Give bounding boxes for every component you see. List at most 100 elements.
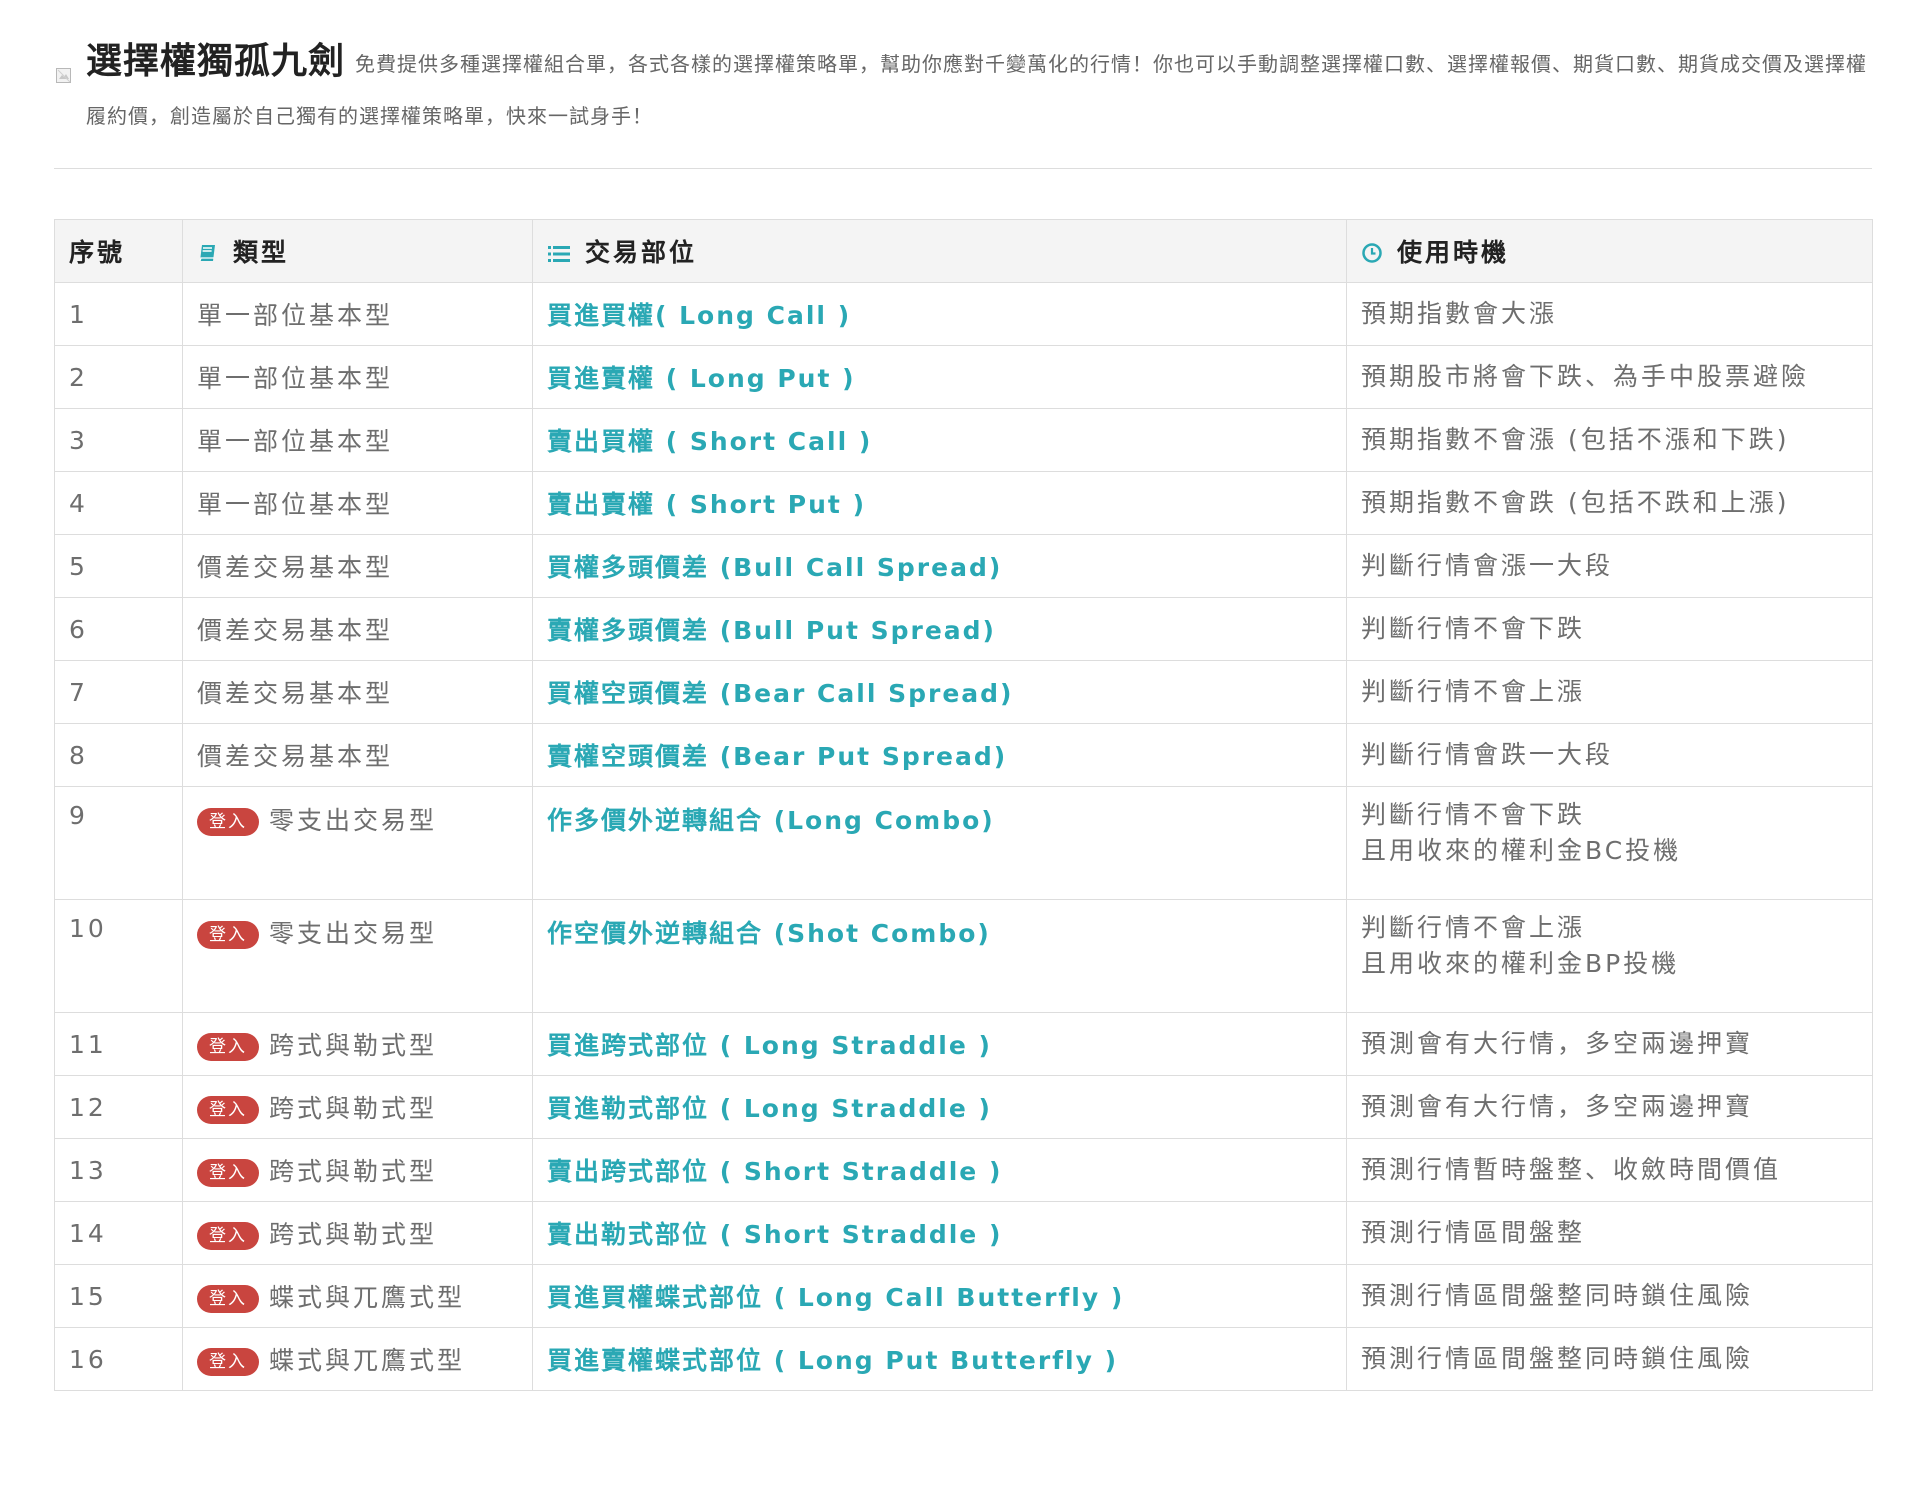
row-when-line: 預測會有大行情，多空兩邊押寶 xyxy=(1361,1026,1858,1062)
header-text: 選擇權獨孤九劍免費提供多種選擇權組合單，各式各樣的選擇權策略單，幫助你應對千變萬… xyxy=(86,36,1872,142)
row-when: 判斷行情不會上漲且用收來的權利金BP投機 xyxy=(1347,900,1873,1013)
login-badge[interactable]: 登入 xyxy=(197,1348,259,1376)
row-type: 登入零支出交易型 xyxy=(183,787,533,900)
row-when-line: 且用收來的權利金BC投機 xyxy=(1361,833,1858,869)
table-row: 6 價差交易基本型 賣權多頭價差 (Bull Put Spread) 判斷行情不會下跌 xyxy=(55,598,1873,661)
login-badge[interactable]: 登入 xyxy=(197,1159,259,1187)
row-number: 8 xyxy=(55,724,183,787)
strategy-link[interactable]: 作多價外逆轉組合 (Long Combo) xyxy=(547,806,995,835)
column-header-type-label: 類型 xyxy=(233,238,289,267)
strategy-link[interactable]: 賣出買權 ( Short Call ) xyxy=(547,427,872,456)
column-header-when-label: 使用時機 xyxy=(1397,238,1509,267)
row-when-line: 預測行情區間盤整 xyxy=(1361,1215,1858,1251)
row-type: 價差交易基本型 xyxy=(183,598,533,661)
row-number: 15 xyxy=(55,1265,183,1328)
strategy-link[interactable]: 賣出跨式部位 ( Short Straddle ) xyxy=(547,1157,1002,1186)
row-position: 買進買權( Long Call ) xyxy=(533,283,1347,346)
row-type: 登入跨式與勒式型 xyxy=(183,1013,533,1076)
row-number: 13 xyxy=(55,1139,183,1202)
row-type: 登入跨式與勒式型 xyxy=(183,1076,533,1139)
row-type-label: 單一部位基本型 xyxy=(197,301,393,330)
row-when: 預測會有大行情，多空兩邊押寶 xyxy=(1347,1076,1873,1139)
row-type-label: 蝶式與兀鷹式型 xyxy=(269,1346,465,1375)
row-when-line: 預期指數不會跌 (包括不跌和上漲) xyxy=(1361,485,1858,521)
page-header: 選擇權獨孤九劍免費提供多種選擇權組合單，各式各樣的選擇權策略單，幫助你應對千變萬… xyxy=(54,36,1872,169)
row-type-label: 單一部位基本型 xyxy=(197,490,393,519)
strategy-link[interactable]: 賣權多頭價差 (Bull Put Spread) xyxy=(547,616,996,645)
table-body: 1單一部位基本型買進買權( Long Call )預期指數會大漲2單一部位基本型… xyxy=(55,283,1873,1391)
row-position: 買進賣權蝶式部位 ( Long Put Butterfly ) xyxy=(533,1328,1347,1391)
row-when-line: 判斷行情會漲一大段 xyxy=(1361,548,1858,584)
row-position: 賣出跨式部位 ( Short Straddle ) xyxy=(533,1139,1347,1202)
login-badge[interactable]: 登入 xyxy=(197,1033,259,1061)
strategy-link[interactable]: 作空價外逆轉組合 (Shot Combo) xyxy=(547,919,991,948)
row-type-label: 價差交易基本型 xyxy=(197,616,393,645)
row-when-line: 判斷行情會跌一大段 xyxy=(1361,737,1858,773)
strategy-link[interactable]: 買進買權蝶式部位 ( Long Call Butterfly ) xyxy=(547,1283,1124,1312)
row-when-line: 預測行情區間盤整同時鎖住風險 xyxy=(1361,1341,1858,1377)
row-when: 判斷行情會漲一大段 xyxy=(1347,535,1873,598)
login-badge[interactable]: 登入 xyxy=(197,1096,259,1124)
row-type: 單一部位基本型 xyxy=(183,346,533,409)
strategy-table: 序號 類型 xyxy=(54,219,1873,1391)
row-when-line: 判斷行情不會下跌 xyxy=(1361,797,1858,833)
row-position: 賣出勒式部位 ( Short Straddle ) xyxy=(533,1202,1347,1265)
row-type: 登入蝶式與兀鷹式型 xyxy=(183,1265,533,1328)
strategy-link[interactable]: 買權空頭價差 (Bear Call Spread) xyxy=(547,679,1013,708)
strategy-link[interactable]: 賣出勒式部位 ( Short Straddle ) xyxy=(547,1220,1002,1249)
row-type-label: 單一部位基本型 xyxy=(197,364,393,393)
row-number: 14 xyxy=(55,1202,183,1265)
broken-image-icon xyxy=(56,68,72,84)
row-type: 登入蝶式與兀鷹式型 xyxy=(183,1328,533,1391)
login-badge[interactable]: 登入 xyxy=(197,1222,259,1250)
login-badge[interactable]: 登入 xyxy=(197,808,259,836)
row-when: 判斷行情不會下跌 xyxy=(1347,598,1873,661)
strategy-link[interactable]: 賣出賣權 ( Short Put ) xyxy=(547,490,866,519)
row-number: 6 xyxy=(55,598,183,661)
row-position: 買進買權蝶式部位 ( Long Call Butterfly ) xyxy=(533,1265,1347,1328)
strategy-link[interactable]: 買進勒式部位 ( Long Straddle ) xyxy=(547,1094,992,1123)
column-header-type: 類型 xyxy=(183,220,533,283)
row-when-line: 判斷行情不會上漲 xyxy=(1361,674,1858,710)
row-when: 預測行情區間盤整同時鎖住風險 xyxy=(1347,1328,1873,1391)
row-type-label: 跨式與勒式型 xyxy=(269,1157,437,1186)
row-type-label: 跨式與勒式型 xyxy=(269,1031,437,1060)
table-row: 15登入蝶式與兀鷹式型買進買權蝶式部位 ( Long Call Butterfl… xyxy=(55,1265,1873,1328)
row-when-line: 預期指數會大漲 xyxy=(1361,296,1858,332)
row-position: 賣權多頭價差 (Bull Put Spread) xyxy=(533,598,1347,661)
row-when: 預期指數不會漲 (包括不漲和下跌) xyxy=(1347,409,1873,472)
table-header-row: 序號 類型 xyxy=(55,220,1873,283)
row-type: 價差交易基本型 xyxy=(183,724,533,787)
strategy-link[interactable]: 買進買權( Long Call ) xyxy=(547,301,851,330)
row-type-label: 跨式與勒式型 xyxy=(269,1220,437,1249)
strategy-link[interactable]: 買進賣權 ( Long Put ) xyxy=(547,364,856,393)
row-when-line: 判斷行情不會下跌 xyxy=(1361,611,1858,647)
strategy-link[interactable]: 買進賣權蝶式部位 ( Long Put Butterfly ) xyxy=(547,1346,1118,1375)
row-number: 2 xyxy=(55,346,183,409)
row-position: 賣出買權 ( Short Call ) xyxy=(533,409,1347,472)
row-when-line: 預測行情暫時盤整、收斂時間價值 xyxy=(1361,1152,1858,1188)
row-type: 登入跨式與勒式型 xyxy=(183,1202,533,1265)
table-row: 10登入零支出交易型作空價外逆轉組合 (Shot Combo)判斷行情不會上漲且… xyxy=(55,900,1873,1013)
table-row: 1單一部位基本型買進買權( Long Call )預期指數會大漲 xyxy=(55,283,1873,346)
strategy-link[interactable]: 買權多頭價差 (Bull Call Spread) xyxy=(547,553,1002,582)
row-type-label: 零支出交易型 xyxy=(269,806,437,835)
row-position: 買權多頭價差 (Bull Call Spread) xyxy=(533,535,1347,598)
table-row: 4單一部位基本型賣出賣權 ( Short Put )預期指數不會跌 (包括不跌和… xyxy=(55,472,1873,535)
clock-icon xyxy=(1361,241,1383,270)
strategy-link[interactable]: 賣權空頭價差 (Bear Put Spread) xyxy=(547,742,1007,771)
row-number: 3 xyxy=(55,409,183,472)
login-badge[interactable]: 登入 xyxy=(197,1285,259,1313)
row-number: 12 xyxy=(55,1076,183,1139)
table-row: 8價差交易基本型賣權空頭價差 (Bear Put Spread) 判斷行情會跌一大… xyxy=(55,724,1873,787)
strategy-link[interactable]: 買進跨式部位 ( Long Straddle ) xyxy=(547,1031,992,1060)
row-when: 判斷行情會跌一大段 xyxy=(1347,724,1873,787)
table-row: 3單一部位基本型賣出買權 ( Short Call )預期指數不會漲 (包括不漲… xyxy=(55,409,1873,472)
table-row: 13 登入跨式與勒式型 賣出跨式部位 ( Short Straddle ) 預測行情暫… xyxy=(55,1139,1873,1202)
row-when-line: 預期股市將會下跌、為手中股票避險 xyxy=(1361,359,1858,395)
login-badge[interactable]: 登入 xyxy=(197,921,259,949)
table-row: 16登入蝶式與兀鷹式型買進賣權蝶式部位 ( Long Put Butterfly… xyxy=(55,1328,1873,1391)
row-number: 7 xyxy=(55,661,183,724)
list-icon xyxy=(547,241,571,270)
row-when-line: 預期指數不會漲 (包括不漲和下跌) xyxy=(1361,422,1858,458)
